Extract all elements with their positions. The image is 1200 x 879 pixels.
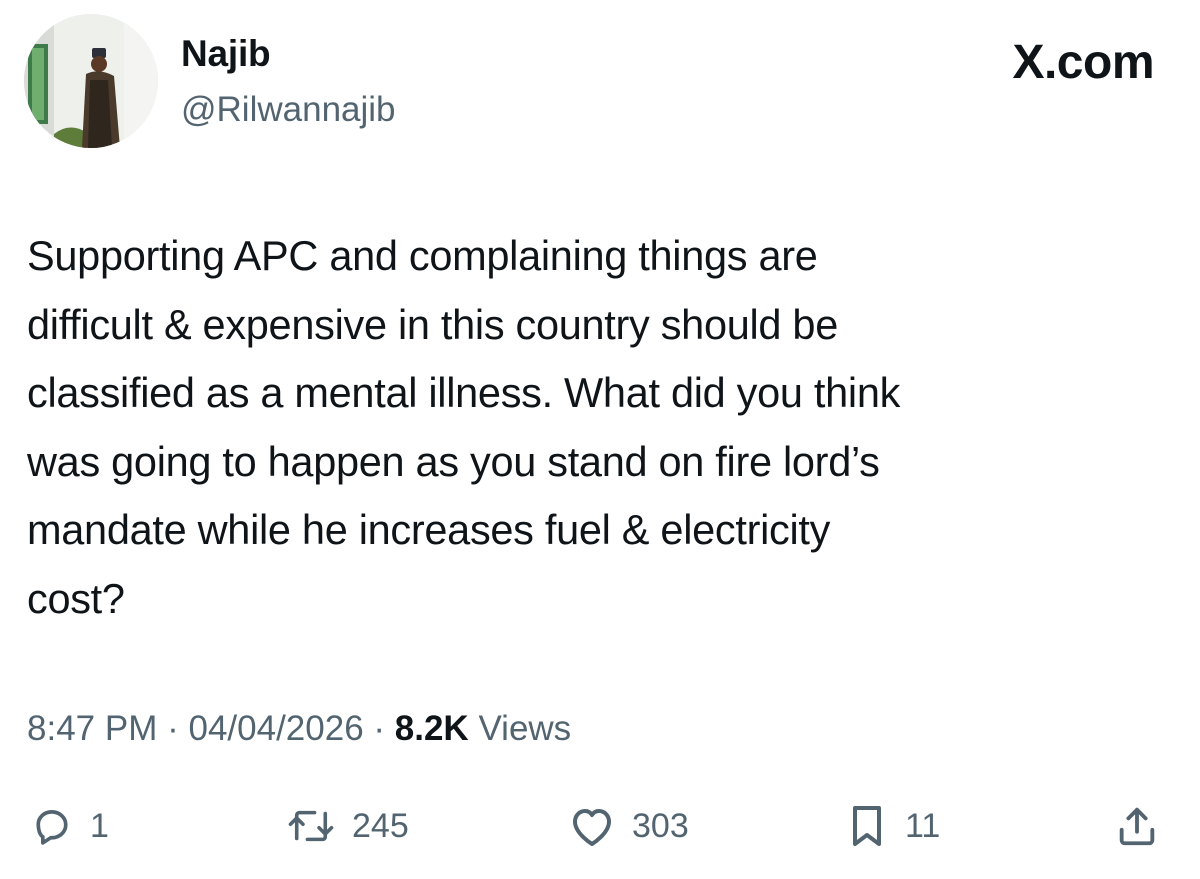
bookmark-button[interactable]: 11 xyxy=(845,796,940,856)
like-button[interactable]: 303 xyxy=(568,796,689,856)
tweet-meta: 8:47 PM · 04/04/2026 · 8.2K Views xyxy=(27,705,571,753)
share-icon xyxy=(1119,807,1155,846)
avatar[interactable] xyxy=(24,14,158,148)
author-display-name[interactable]: Najib xyxy=(181,32,271,76)
views-label: Views xyxy=(478,709,572,748)
retweet-icon xyxy=(288,810,334,842)
like-count: 303 xyxy=(632,806,689,845)
bookmark-count: 11 xyxy=(905,806,941,845)
author-handle[interactable]: @Rilwannajib xyxy=(181,88,396,132)
brand-logo: X.com xyxy=(1012,36,1154,90)
tweet-actions: 1 245 303 11 xyxy=(0,796,1200,856)
reply-icon xyxy=(36,810,68,845)
reply-count: 1 xyxy=(90,806,109,845)
reply-button[interactable]: 1 xyxy=(30,796,109,856)
tweet-time[interactable]: 8:47 PM xyxy=(27,709,157,748)
views-count: 8.2K xyxy=(394,709,469,748)
retweet-count: 245 xyxy=(352,806,409,845)
meta-separator: · xyxy=(373,709,386,748)
bookmark-icon xyxy=(853,806,881,846)
tweet-card: Najib @Rilwannajib X.com Supporting APC … xyxy=(0,0,1200,879)
avatar-photo-icon xyxy=(24,14,158,148)
brand-label: X.com xyxy=(1012,36,1154,89)
tweet-text: Supporting APC and complaining things ar… xyxy=(27,232,901,622)
heart-icon xyxy=(573,809,611,846)
share-button[interactable] xyxy=(1114,796,1160,856)
meta-separator: · xyxy=(167,709,179,748)
tweet-date[interactable]: 04/04/2026 xyxy=(188,709,363,748)
retweet-button[interactable]: 245 xyxy=(286,796,409,856)
